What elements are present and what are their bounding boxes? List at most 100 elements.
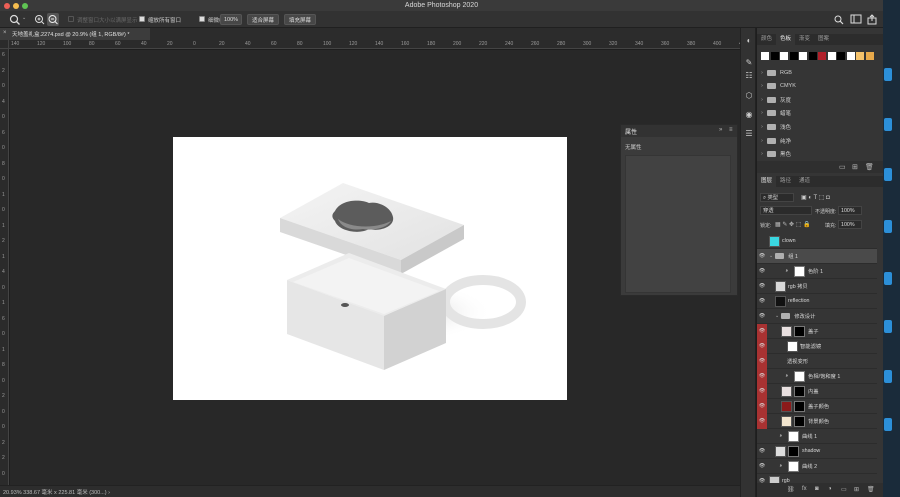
fill-screen-button[interactable]: 填充屏幕 — [284, 14, 316, 25]
desktop-app-icon[interactable] — [884, 220, 892, 233]
swatch-folder[interactable]: › 灰度 — [757, 93, 877, 106]
desktop-app-icon[interactable] — [884, 418, 892, 431]
resize-windows-checkbox[interactable] — [68, 16, 74, 22]
layer-style-icon[interactable]: fx — [802, 486, 807, 492]
layer-row[interactable]: 👁 盖子 — [757, 323, 877, 339]
group-expand-icon[interactable]: ⌄ — [775, 313, 779, 319]
layer-row[interactable]: clown — [757, 234, 877, 249]
desktop-app-icon[interactable] — [884, 370, 892, 383]
delete-layer-icon[interactable]: 🗑 — [867, 486, 875, 493]
tab-gradients[interactable]: 渐变 — [795, 34, 814, 45]
ruler-origin[interactable] — [0, 40, 9, 49]
document-canvas[interactable] — [173, 137, 567, 400]
expand-chevron-icon[interactable]: › — [757, 124, 767, 130]
layer-row[interactable]: 👁 透视变形 — [757, 353, 877, 369]
maximize-window-button[interactable] — [22, 3, 28, 9]
tab-channels[interactable]: 通道 — [795, 176, 814, 187]
visibility-eye-icon[interactable]: 👁 — [757, 309, 767, 324]
color-swatch[interactable] — [818, 52, 826, 60]
tab-layers[interactable]: 图层 — [757, 176, 777, 187]
fit-screen-button[interactable]: 适合屏幕 — [247, 14, 279, 25]
layer-row[interactable]: 👁 reflection — [757, 294, 877, 309]
layer-mask-thumbnail[interactable] — [794, 265, 805, 277]
swatch-folder[interactable]: › 纯净 — [757, 134, 877, 147]
desktop-app-icon[interactable] — [884, 68, 892, 81]
zoom-all-windows-checkbox[interactable] — [139, 16, 145, 22]
desktop-app-icon[interactable] — [884, 168, 892, 181]
blend-mode-select[interactable]: 穿透 — [760, 206, 812, 215]
3d-icon[interactable]: ⬡ — [744, 91, 754, 101]
color-swatch[interactable] — [808, 52, 817, 60]
delete-swatch-icon[interactable]: 🗑 — [865, 163, 874, 171]
workspace-icon[interactable] — [850, 14, 862, 25]
swatch-folder[interactable]: › 蜡笔 — [757, 107, 877, 120]
visibility-eye-icon[interactable]: 👁 — [757, 368, 767, 384]
layer-row[interactable]: 👁 背景颜色 — [757, 413, 877, 429]
new-layer-icon[interactable]: ⊞ — [854, 486, 859, 493]
visibility-eye-icon[interactable]: 👁 — [757, 338, 767, 354]
zoom-100-button[interactable]: 100% — [220, 14, 242, 25]
layer-row[interactable]: 👁 shadow — [757, 444, 877, 459]
visibility-eye-icon[interactable] — [757, 429, 767, 444]
visibility-eye-icon[interactable]: 👁 — [757, 279, 767, 294]
color-swatch[interactable] — [789, 52, 798, 60]
desktop-app-icon[interactable] — [884, 118, 892, 131]
visibility-eye-icon[interactable]: 👁 — [757, 413, 767, 429]
minimize-window-button[interactable] — [13, 3, 19, 9]
new-group-icon[interactable]: ▭ — [839, 163, 846, 171]
collapse-panel-icon[interactable]: » — [719, 127, 722, 133]
tab-swatches[interactable]: 色板 — [776, 34, 796, 45]
layer-row[interactable]: 👁 rgb 拷贝 — [757, 279, 877, 294]
expand-chevron-icon[interactable]: › — [757, 151, 767, 157]
visibility-eye-icon[interactable] — [757, 234, 767, 249]
visibility-eye-icon[interactable]: 👁 — [757, 294, 767, 309]
layer-row[interactable]: 👁 智能滤镜 — [757, 338, 877, 354]
layer-filter-kind[interactable]: ⌕ 类型 — [760, 193, 794, 202]
layer-row[interactable]: 👁 盖子颜色 — [757, 398, 877, 414]
panel-menu-icon[interactable]: ≡ — [729, 127, 733, 133]
lock-icons[interactable]: ▦ ✎ ✥ ⬚ 🔒 — [775, 221, 811, 228]
layer-mask-thumbnail[interactable] — [788, 445, 799, 457]
layer-mask-thumbnail[interactable] — [794, 415, 805, 427]
swatch-folder[interactable]: › CMYK — [757, 80, 877, 93]
swatch-folder[interactable]: › RGB — [757, 66, 877, 79]
visibility-eye-icon[interactable]: 👁 — [757, 459, 767, 474]
visibility-eye-icon[interactable]: 👁 — [757, 353, 767, 369]
color-swatch[interactable] — [799, 52, 807, 60]
expand-chevron-icon[interactable]: › — [757, 83, 767, 89]
tab-paths[interactable]: 路径 — [776, 176, 795, 187]
layer-mask-thumbnail[interactable] — [794, 370, 805, 382]
adjustment-layer-icon[interactable]: ◑ — [828, 486, 832, 492]
layer-row[interactable]: 👁 ◑ 色相/饱和度 1 — [757, 368, 877, 384]
layer-row[interactable]: ◑ 曲线 1 — [757, 429, 877, 444]
tool-preset-chevron-icon[interactable]: ⌄ — [22, 15, 26, 21]
expand-chevron-icon[interactable]: › — [757, 138, 767, 144]
visibility-eye-icon[interactable]: 👁 — [757, 264, 767, 279]
color-swatch[interactable] — [827, 52, 836, 60]
layer-mask-thumbnail[interactable] — [788, 460, 799, 472]
zoom-tool-icon[interactable] — [9, 14, 21, 25]
layer-row[interactable]: 👁 ⌄ 修改设计 — [757, 309, 877, 324]
scrubby-zoom-checkbox[interactable] — [199, 16, 205, 22]
color-swatch[interactable] — [865, 52, 874, 60]
opacity-input[interactable]: 100% — [838, 206, 862, 215]
tab-patterns[interactable]: 图案 — [814, 34, 833, 45]
search-icon[interactable] — [834, 15, 844, 25]
brush-settings-icon[interactable]: ✎ — [744, 58, 754, 68]
fill-input[interactable]: 100% — [838, 220, 862, 229]
layer-mask-thumbnail[interactable] — [794, 325, 805, 337]
visibility-eye-icon[interactable]: 👁 — [757, 444, 767, 459]
new-swatch-icon[interactable]: ⊞ — [852, 163, 858, 171]
color-swatch[interactable] — [856, 52, 864, 60]
close-window-button[interactable] — [4, 3, 10, 9]
zoom-out-button[interactable] — [47, 13, 59, 26]
color-swatch[interactable] — [770, 52, 779, 60]
visibility-eye-icon[interactable]: 👁 — [757, 383, 767, 399]
horizontal-ruler[interactable]: 140 120 100 80 60 40 20 0 20 40 60 80 100 120 140 160 18… — [9, 40, 747, 49]
properties-panel-header[interactable]: 属性 » ≡ — [621, 125, 737, 137]
sliders-icon[interactable]: ☰ — [744, 129, 754, 139]
layer-mask-thumbnail[interactable] — [794, 385, 805, 397]
color-swatch[interactable] — [846, 52, 855, 60]
desktop-app-icon[interactable] — [884, 272, 892, 285]
link-layers-icon[interactable]: ⛓ — [787, 486, 795, 493]
